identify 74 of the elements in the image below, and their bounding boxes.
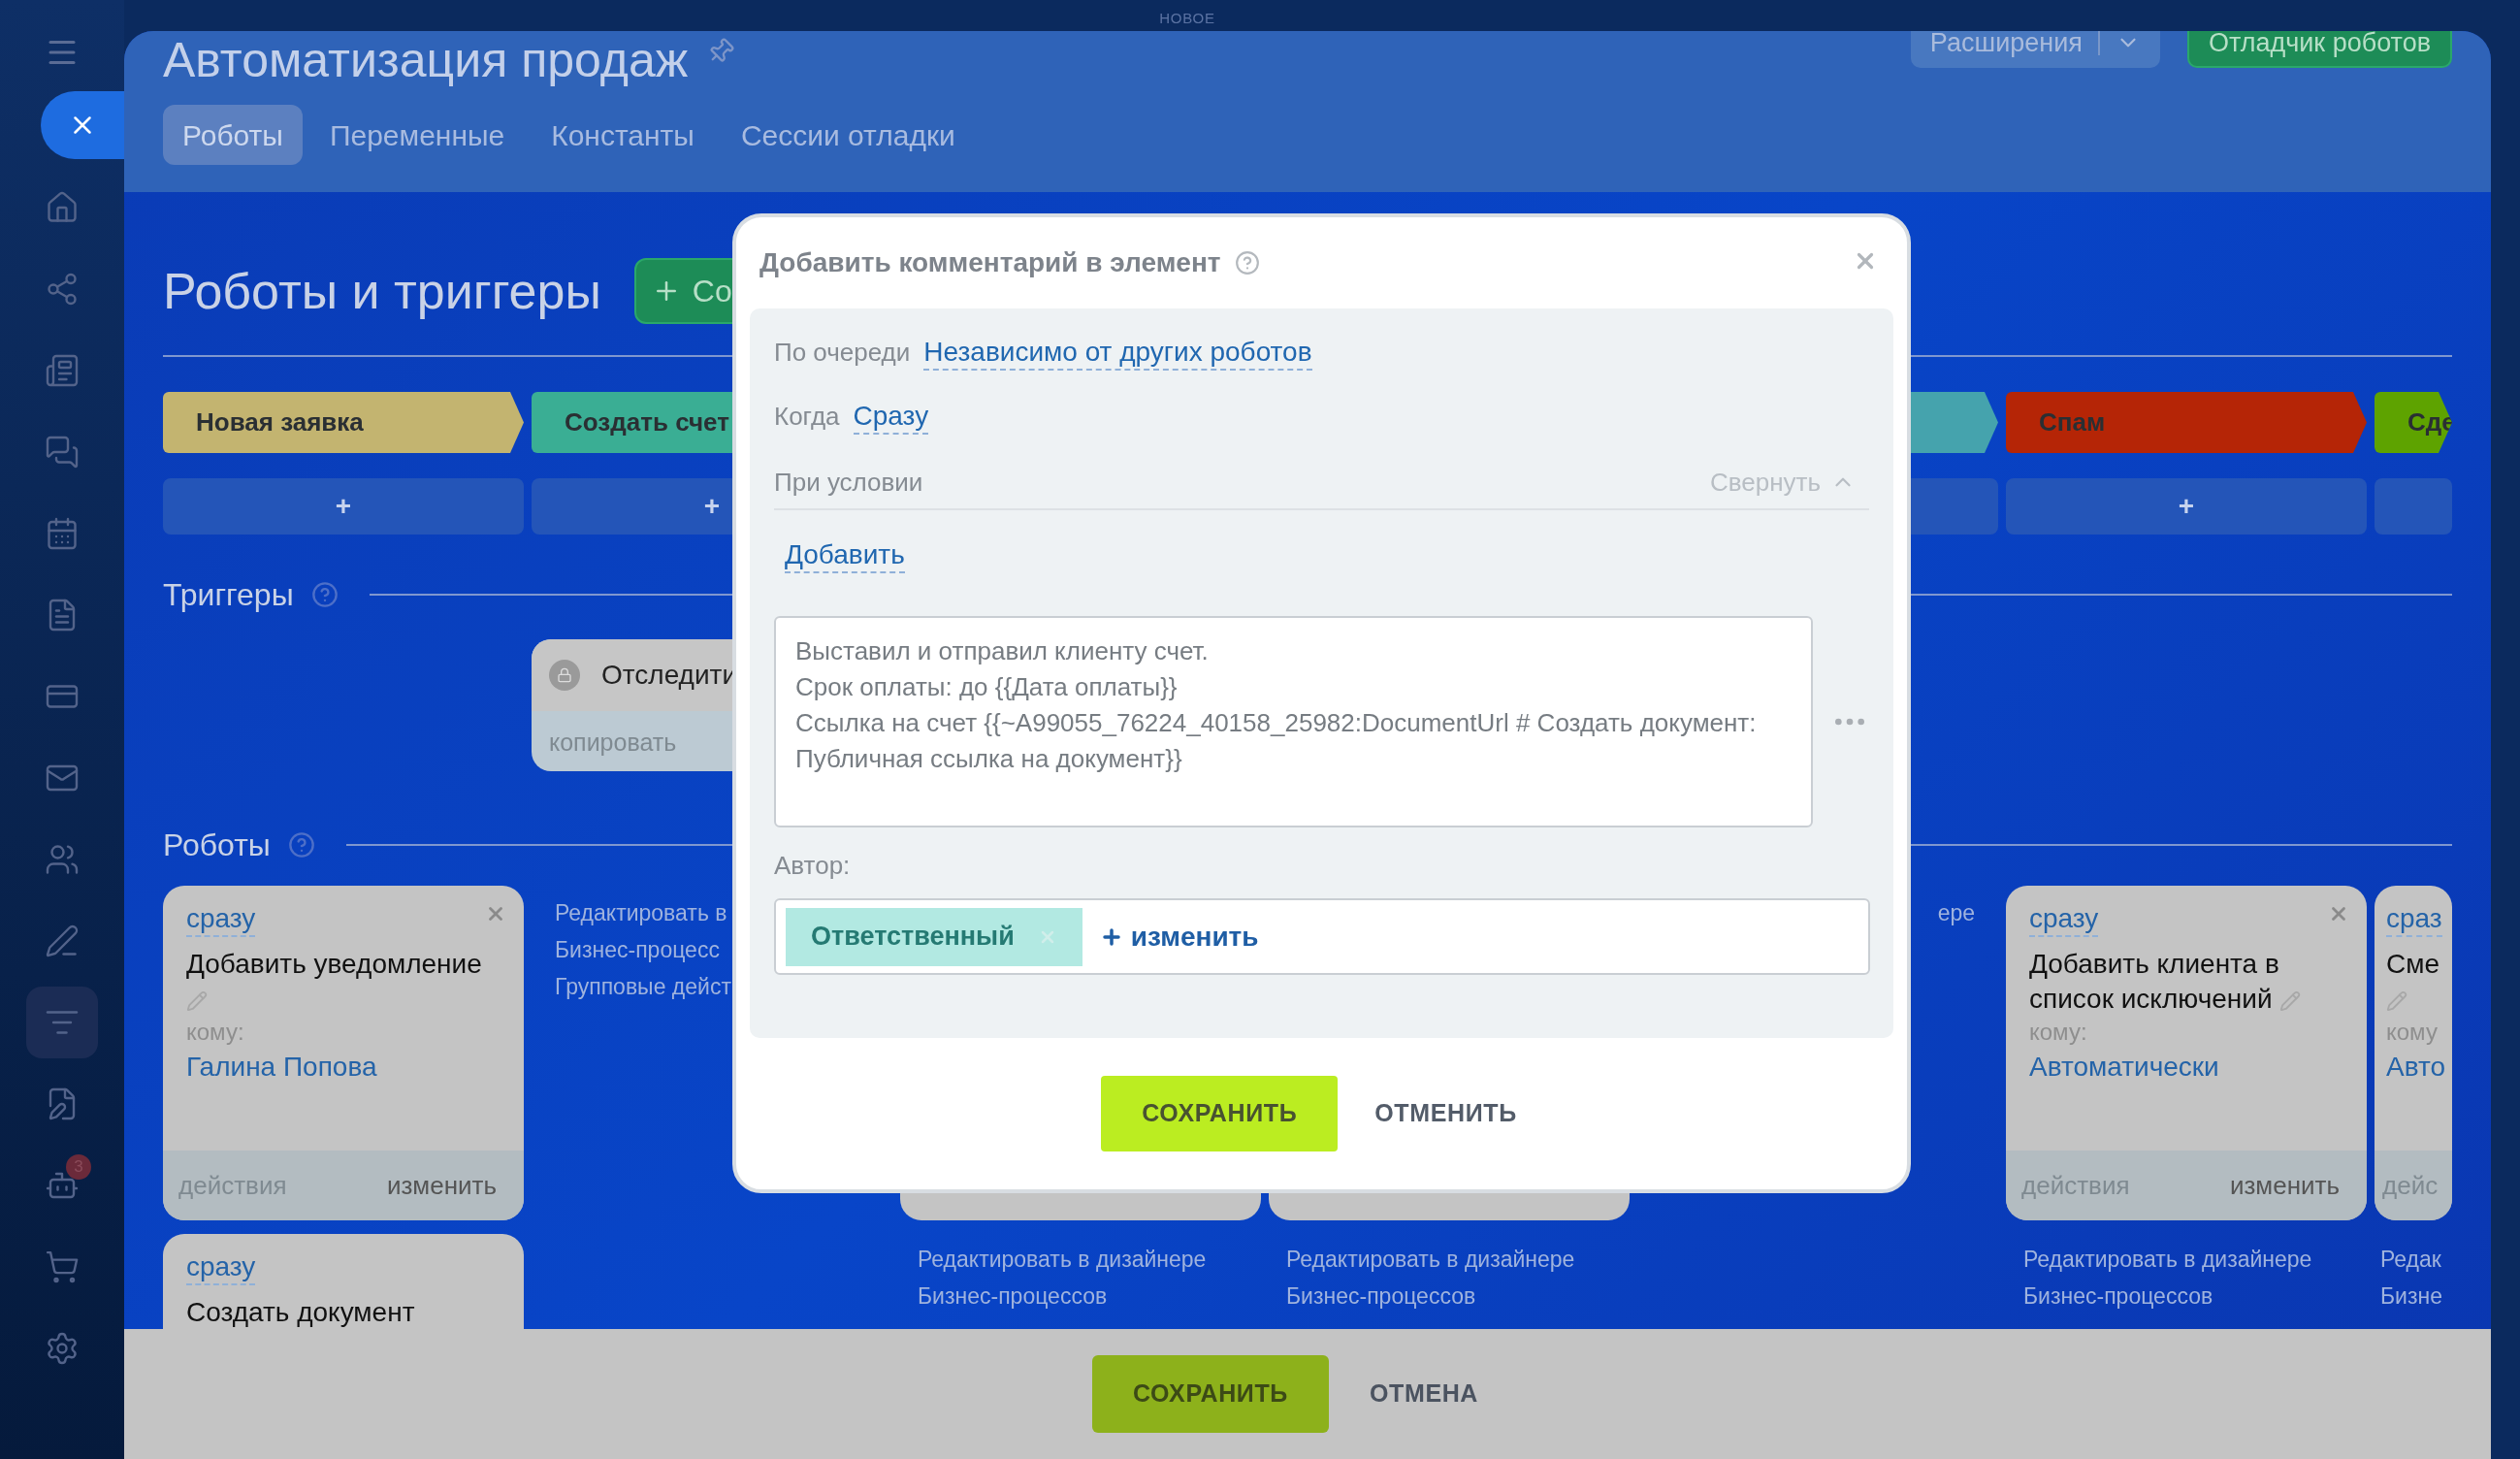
stage[interactable]: Спам <box>2006 392 2367 453</box>
edit-link[interactable]: изменить <box>386 1166 508 1205</box>
nodes-icon <box>45 272 80 307</box>
cancel-button[interactable]: ОТМЕНА <box>1363 1355 1485 1433</box>
designer-link[interactable]: Редактировать в дизайнере <box>2023 1246 2349 1273</box>
robot-title: Создать документ <box>186 1297 415 1327</box>
author-field[interactable]: Ответственный изменить <box>774 898 1870 975</box>
designer-link[interactable]: Редактировать в дизайнере <box>918 1246 1244 1273</box>
field-label: Автор: <box>774 850 852 882</box>
calendar-icon <box>45 516 80 551</box>
help-icon[interactable] <box>310 581 339 608</box>
link[interactable]: Сразу <box>853 399 929 435</box>
recipient-link[interactable]: Автоматически <box>2029 1048 2343 1086</box>
pen-icon <box>45 924 80 958</box>
field-label: По очереди <box>774 337 911 369</box>
section-heading: Триггеры <box>163 576 294 614</box>
author-chip: Ответственный <box>786 907 1082 966</box>
trigger-title: Отследити <box>601 659 738 692</box>
change-link[interactable]: изменить <box>1099 916 1259 957</box>
help-icon[interactable] <box>287 831 315 859</box>
designer-link[interactable]: Бизнес-процессов <box>1286 1282 1612 1310</box>
robot-title: Добавить уведомление <box>186 949 482 979</box>
dialog-title: Добавить комментарий в элемент <box>759 246 1221 279</box>
designer-link[interactable]: Редак <box>2380 1246 2452 1273</box>
lock-icon <box>549 660 580 691</box>
designer-link[interactable]: Редактировать в дизайнере <box>1286 1246 1612 1273</box>
section-heading: Роботы <box>163 827 271 864</box>
pencil-icon[interactable] <box>2386 989 2407 1012</box>
recipient-link[interactable]: Галина Попова <box>186 1048 501 1086</box>
designer-link[interactable]: Бизне <box>2380 1282 2452 1310</box>
save-button[interactable]: СОХРАНИТЬ <box>1101 1076 1339 1151</box>
designer-link[interactable]: ере <box>1937 899 1975 926</box>
pencil-icon[interactable] <box>186 989 208 1012</box>
users-icon <box>45 842 80 877</box>
link[interactable]: Независимо от других роботов <box>923 335 1312 371</box>
link[interactable]: сразу <box>186 901 256 937</box>
settings-icon <box>45 1331 80 1366</box>
stage-label: Спам <box>2039 406 2106 438</box>
stage-label: Создать счет <box>565 406 729 438</box>
comment-field[interactable]: Выставил и отправил клиенту счет. Срок оплаты: до {{Дата оплаты}} Ссылка на счет {{~A99055_76224_40158_25982:DocumentUrl # Создать документ: Публичная ссылка на документ}} <box>774 616 1813 827</box>
home-icon <box>45 190 80 225</box>
help-icon[interactable] <box>1234 250 1260 276</box>
cancel-button[interactable]: ОТМЕНИТЬ <box>1363 1076 1529 1151</box>
link[interactable]: сраз <box>2386 901 2442 937</box>
cart-icon <box>45 1249 80 1284</box>
robot-title: Сме <box>2386 949 2440 979</box>
pencil-icon[interactable] <box>2279 989 2302 1012</box>
field-label: Когда <box>774 401 840 433</box>
link[interactable]: сразу <box>186 1249 256 1285</box>
tab[interactable]: Константы <box>532 105 714 165</box>
save-button[interactable]: СОХРАНИТЬ <box>1091 1355 1329 1433</box>
stage-label: Новая заявка <box>196 406 364 438</box>
link[interactable]: Добавить <box>785 537 905 573</box>
tab[interactable]: Сессии отладки <box>721 105 975 165</box>
section-title: Роботы и триггеры <box>163 262 601 321</box>
page-title: Автоматизация продаж <box>163 32 689 89</box>
sidebar-item[interactable] <box>26 987 98 1058</box>
debugger-button[interactable]: Отладчик роботов <box>2186 31 2452 68</box>
robot-title: Добавить клиента в список исключений <box>2029 949 2279 1014</box>
tab[interactable]: Роботы <box>163 105 303 165</box>
edit-link[interactable]: изменить <box>2229 1166 2351 1205</box>
add-robot-button[interactable]: + <box>2006 478 2367 535</box>
close-button[interactable] <box>41 91 124 159</box>
new-label: НОВОЕ <box>1159 9 1215 28</box>
designer-link[interactable]: Бизнес-процессов <box>918 1282 1244 1310</box>
extensions-button[interactable]: Расширения <box>1910 31 2160 68</box>
tab[interactable]: Переменные <box>309 105 525 165</box>
add-robot-button[interactable]: + <box>163 478 524 535</box>
stage[interactable]: Новая заявка <box>163 392 524 453</box>
designer-link[interactable]: Бизнес-процессов <box>2023 1282 2349 1310</box>
chat-icon <box>45 435 80 470</box>
recipient-link[interactable]: Авто <box>2386 1048 2450 1086</box>
link[interactable]: сразу <box>2029 901 2099 937</box>
newspaper-icon <box>45 353 80 388</box>
